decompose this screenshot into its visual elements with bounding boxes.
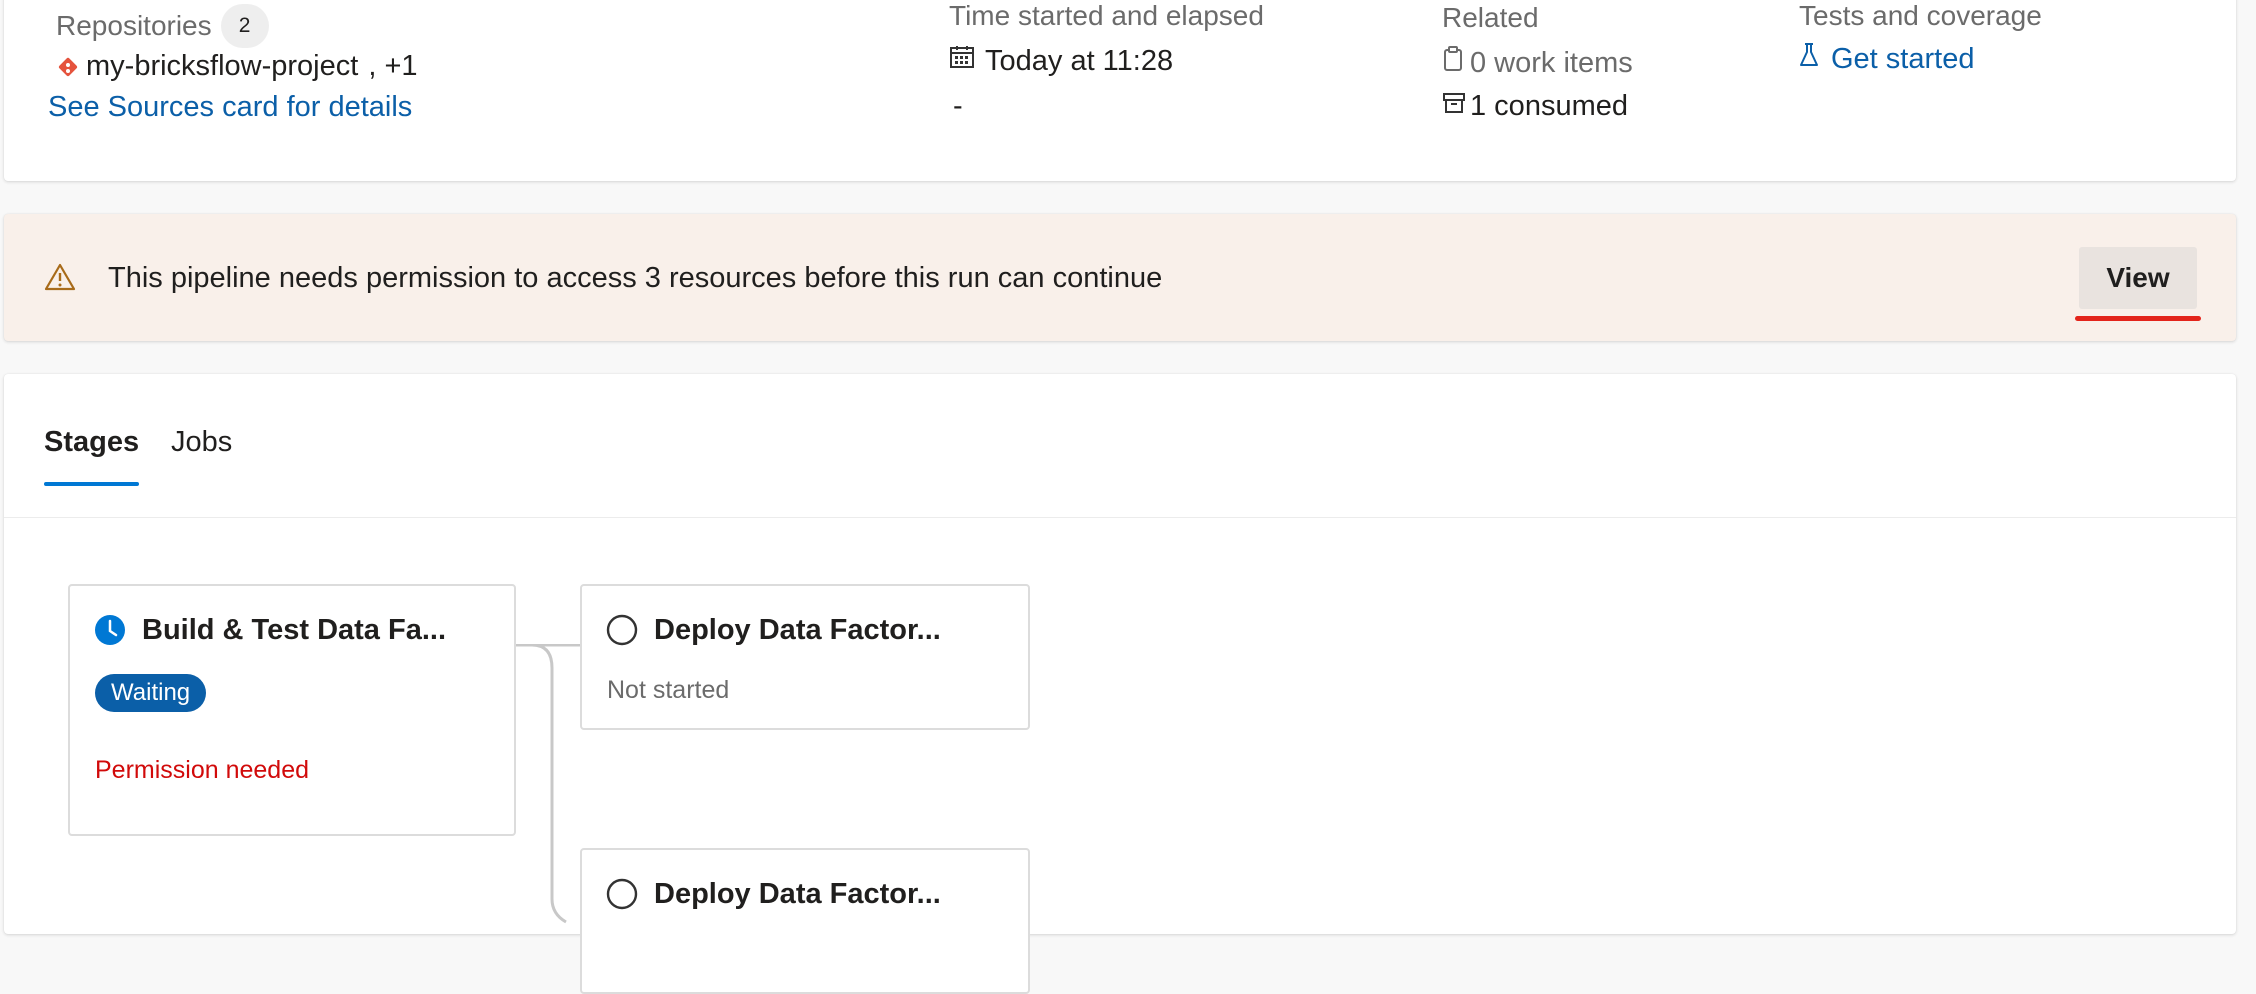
stage-title: Deploy Data Factor... — [654, 614, 941, 646]
repositories-section: Repositories 2 my-bricksflow-project , +… — [48, 4, 418, 124]
clipboard-icon — [1442, 46, 1464, 80]
time-section: Time started and elapsed Today at 11:28 … — [949, 0, 1264, 123]
repositories-count-badge: 2 — [220, 4, 269, 48]
stage-deploy-1[interactable]: Deploy Data Factor... Not started — [580, 584, 1030, 730]
consumed-artifacts[interactable]: 1 consumed — [1470, 90, 1628, 123]
stage-build-test[interactable]: Build & Test Data Fa... Waiting Permissi… — [68, 584, 516, 836]
repo-extra: , +1 — [368, 50, 418, 82]
related-label: Related — [1442, 2, 1539, 33]
stage-title: Deploy Data Factor... — [654, 878, 941, 910]
not-started-circle-icon — [606, 878, 638, 915]
repo-name[interactable]: my-bricksflow-project — [86, 50, 358, 83]
tabs-divider — [4, 517, 2236, 518]
sources-link[interactable]: See Sources card for details — [48, 91, 418, 124]
clock-icon — [94, 614, 126, 651]
warning-icon — [44, 262, 76, 297]
permission-message: This pipeline needs permission to access… — [108, 262, 1163, 294]
active-tab-indicator — [44, 482, 139, 486]
artifact-box-icon — [1442, 90, 1466, 123]
run-summary-card: Repositories 2 my-bricksflow-project , +… — [4, 0, 2236, 181]
permission-needed-text: Permission needed — [95, 756, 310, 784]
repositories-label: Repositories — [56, 10, 212, 41]
work-items-count[interactable]: 0 work items — [1470, 47, 1633, 80]
permission-banner: This pipeline needs permission to access… — [4, 214, 2236, 341]
time-elapsed: - — [953, 90, 963, 122]
tests-get-started[interactable]: Get started — [1799, 42, 2042, 76]
not-started-text: Not started — [607, 676, 730, 704]
not-started-circle-icon — [606, 614, 638, 651]
tests-label: Tests and coverage — [1799, 0, 2042, 31]
flask-icon — [1799, 42, 1819, 76]
view-button-underline — [2075, 316, 2201, 321]
get-started-link[interactable]: Get started — [1831, 43, 1974, 76]
tab-stages[interactable]: Stages — [44, 426, 139, 459]
tests-section: Tests and coverage Get started — [1799, 0, 2042, 76]
git-icon — [56, 52, 80, 82]
view-permissions-button[interactable]: View — [2079, 247, 2197, 309]
related-section: Related 0 work items 1 consumed — [1442, 2, 1633, 123]
stages-card: Stages Jobs Build & Test Data Fa... Wait… — [4, 374, 2236, 994]
stage-deploy-2[interactable]: Deploy Data Factor... — [580, 848, 1030, 994]
time-started: Today at 11:28 — [985, 44, 1174, 77]
status-badge: Waiting — [95, 674, 207, 712]
time-label: Time started and elapsed — [949, 0, 1264, 31]
calendar-icon — [949, 44, 975, 78]
tab-jobs[interactable]: Jobs — [171, 426, 232, 459]
stage-title: Build & Test Data Fa... — [142, 614, 447, 646]
